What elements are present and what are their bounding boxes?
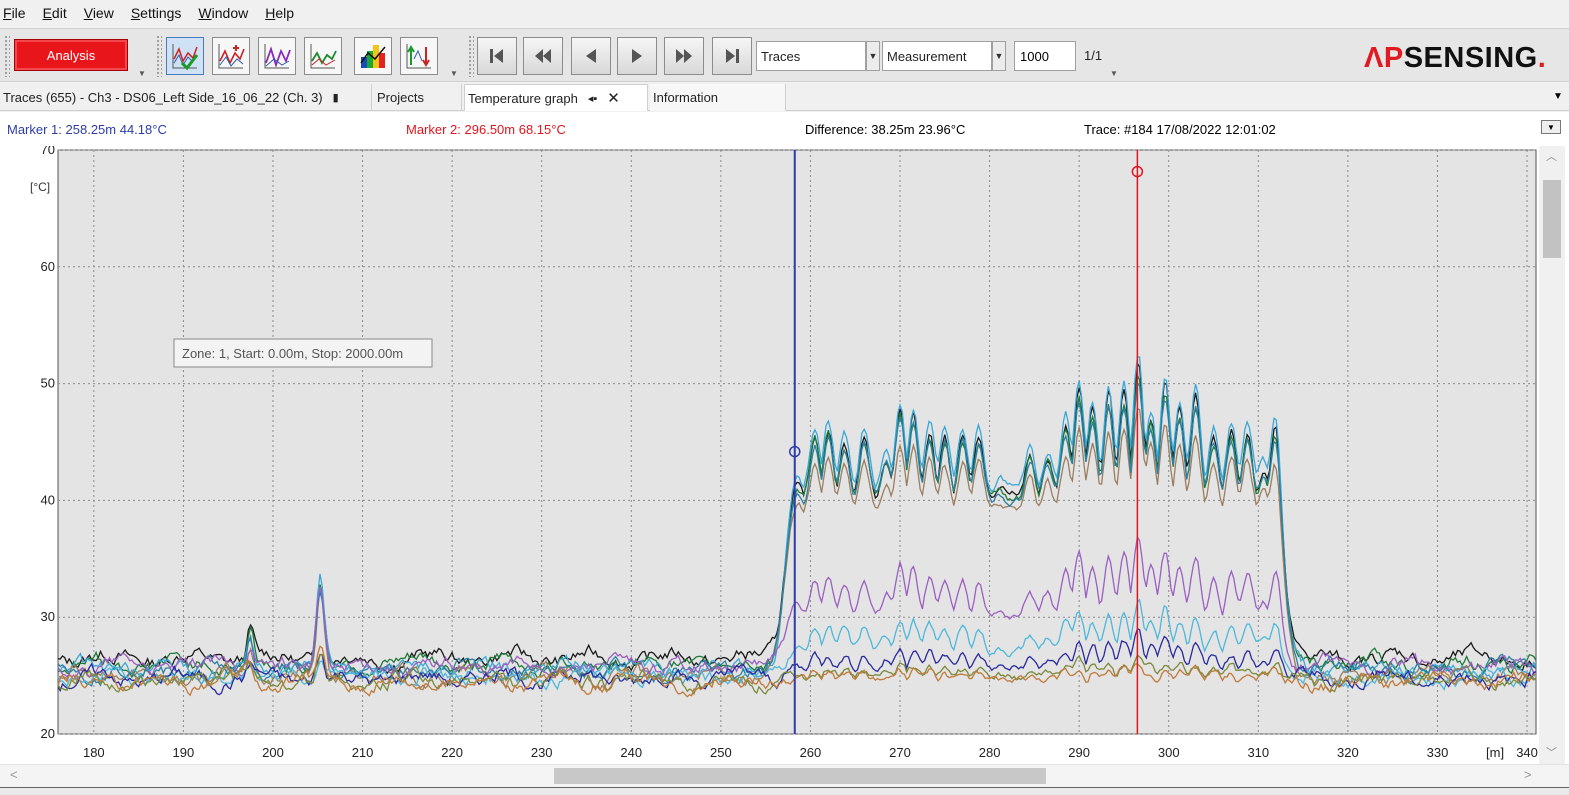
chevron-down-icon[interactable]: ▼ <box>866 41 880 71</box>
zone-tooltip-text: Zone: 1, Start: 0.00m, Stop: 2000.00m <box>182 346 403 361</box>
y-tick-label: 20 <box>41 726 55 741</box>
menu-settings[interactable]: Settings <box>131 5 182 21</box>
analysis-button[interactable]: Analysis <box>14 39 128 71</box>
measurement-select[interactable]: Measurement <box>882 41 992 71</box>
toolbar: Analysis ▼ ▼ Traces ▼ Measurement ▼ 1000… <box>0 28 1569 82</box>
y-tick-label: 60 <box>41 259 55 274</box>
y-tick-label: 70 <box>41 146 55 157</box>
vertical-scroll-thumb[interactable] <box>1543 180 1561 258</box>
scroll-right-icon[interactable]: > <box>1524 767 1532 782</box>
toolbar-overflow-icon[interactable]: ▼ <box>1110 69 1118 78</box>
marker1-readout: Marker 1: 258.25m 44.18°C <box>7 122 167 137</box>
scroll-up-icon[interactable]: ︿ <box>1546 148 1557 164</box>
tab-traces[interactable]: Traces (655) - Ch3 - DS06_Left Side_16_0… <box>0 84 372 111</box>
menu-help[interactable]: Help <box>265 5 294 21</box>
toolbar-grip[interactable] <box>468 35 474 77</box>
close-icon[interactable]: ✕ <box>607 89 620 107</box>
menu-edit[interactable]: Edit <box>43 5 67 21</box>
next-icon[interactable] <box>617 37 657 75</box>
x-tick-label: 230 <box>531 745 553 760</box>
menu-window[interactable]: Window <box>198 5 248 21</box>
chart-svg[interactable]: 180 190 200 210 220 230 240 250 260 270 280 290 300 3… <box>0 142 1539 764</box>
x-tick-label: 310 <box>1247 745 1269 760</box>
unpin-icon[interactable]: ◂▪ <box>588 92 597 105</box>
vertical-scrollbar[interactable]: ︿ ﹀ <box>1539 146 1565 764</box>
trace-count-input[interactable]: 1000 <box>1014 41 1076 71</box>
traces-select[interactable]: Traces <box>756 41 866 71</box>
scroll-left-icon[interactable]: < <box>10 767 18 782</box>
x-tick-label: 340 <box>1516 745 1538 760</box>
rewind-icon[interactable] <box>523 37 563 75</box>
toolbar-overflow-icon[interactable]: ▼ <box>138 69 146 78</box>
x-unit-label: [m] <box>1486 745 1504 760</box>
collapse-icon[interactable]: ▼ <box>1541 120 1561 134</box>
trace-compare-icon[interactable] <box>400 37 438 75</box>
last-icon[interactable] <box>712 37 752 75</box>
tab-temperature-label: Temperature graph <box>468 90 578 106</box>
tab-information-label: Information <box>653 90 719 105</box>
marker-info-bar: Marker 1: 258.25m 44.18°C Marker 2: 296.… <box>0 112 1569 146</box>
trace-red-icon[interactable] <box>212 37 250 75</box>
zone-tooltip: Zone: 1, Start: 0.00m, Stop: 2000.00m <box>173 338 433 368</box>
x-tick-label: 190 <box>173 745 195 760</box>
trace-purple-icon[interactable] <box>258 37 296 75</box>
x-tick-label: 200 <box>262 745 284 760</box>
brand-logo: ΛPSENSING. <box>1364 42 1547 74</box>
plot-area <box>57 149 1537 735</box>
previous-icon[interactable] <box>571 37 611 75</box>
x-tick-label: 270 <box>889 745 911 760</box>
trace-check-icon[interactable] <box>166 37 204 75</box>
horizontal-scrollbar[interactable]: < > <box>0 764 1569 786</box>
tab-projects[interactable]: Projects <box>374 84 462 111</box>
menu-file[interactable]: File <box>3 5 26 21</box>
status-bar <box>0 787 1569 795</box>
tab-bar: Traces (655) - Ch3 - DS06_Left Side_16_0… <box>0 84 1569 111</box>
tab-list-icon[interactable]: ▼ <box>1553 91 1563 102</box>
x-tick-label: 250 <box>710 745 732 760</box>
y-tick-label: 40 <box>41 492 55 507</box>
trace-green-icon[interactable] <box>304 37 342 75</box>
horizontal-scroll-thumb[interactable] <box>554 768 1046 784</box>
tab-information[interactable]: Information <box>650 84 786 111</box>
y-unit-label: [°C] <box>30 180 50 194</box>
fast-forward-icon[interactable] <box>664 37 704 75</box>
trace-readout: Trace: #184 17/08/2022 12:01:02 <box>1084 122 1276 137</box>
scroll-down-icon[interactable]: ﹀ <box>1546 744 1557 760</box>
menu-bar: File Edit View Settings Window Help <box>0 0 1569 26</box>
y-tick-label: 30 <box>41 609 55 624</box>
toolbar-grip[interactable] <box>156 35 162 77</box>
chevron-down-icon[interactable]: ▼ <box>992 41 1006 71</box>
x-tick-label: 210 <box>352 745 374 760</box>
y-tick-label: 50 <box>41 376 55 391</box>
x-tick-label: 320 <box>1337 745 1359 760</box>
x-tick-label: 280 <box>979 745 1001 760</box>
page-indicator: 1/1 <box>1084 48 1103 63</box>
x-tick-label: 330 <box>1427 745 1449 760</box>
app-window: File Edit View Settings Window Help Anal… <box>0 0 1569 795</box>
tab-projects-label: Projects <box>377 90 424 105</box>
toolbar-grip[interactable] <box>4 35 10 77</box>
tab-traces-label: Traces (655) - Ch3 - DS06_Left Side_16_0… <box>3 90 323 105</box>
toolbar-overflow-icon[interactable]: ▼ <box>450 69 458 78</box>
x-tick-label: 180 <box>83 745 105 760</box>
color-map-icon[interactable] <box>354 37 392 75</box>
x-tick-label: 260 <box>800 745 822 760</box>
difference-readout: Difference: 38.25m 23.96°C <box>805 122 966 137</box>
temperature-chart[interactable]: 180 190 200 210 220 230 240 250 260 270 280 290 300 3… <box>0 142 1569 764</box>
pin-icon[interactable]: ▮ <box>333 91 339 104</box>
tab-temperature-graph[interactable]: Temperature graph ◂▪ ✕ <box>464 84 648 111</box>
x-tick-label: 300 <box>1158 745 1180 760</box>
first-icon[interactable] <box>477 37 517 75</box>
x-tick-label: 220 <box>441 745 463 760</box>
x-tick-label: 240 <box>620 745 642 760</box>
x-tick-label: 290 <box>1068 745 1090 760</box>
menu-view[interactable]: View <box>84 5 114 21</box>
marker2-readout: Marker 2: 296.50m 68.15°C <box>406 122 566 137</box>
